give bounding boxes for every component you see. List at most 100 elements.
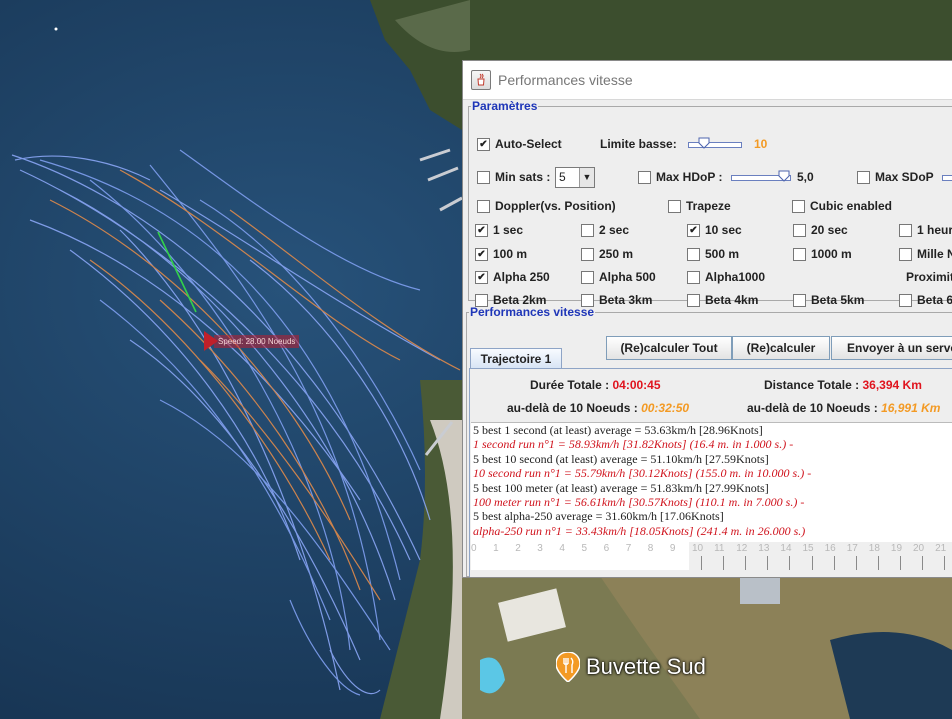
parametres-panel: Paramètres ✔ Auto-Select Limite basse: 1…	[468, 99, 952, 307]
distance-stat: Distance Totale : 36,394 Km	[764, 378, 922, 392]
checkbox-icon	[899, 247, 912, 261]
checkbox-checked-icon: ✔	[475, 247, 488, 261]
mille-nautique-checkbox[interactable]: Mille Na	[899, 245, 952, 263]
ruler-tick	[899, 556, 901, 570]
beyond-time-stat: au-delà de 10 Noeuds : 00:32:50	[507, 401, 690, 415]
ruler-label: 5	[581, 543, 588, 554]
500m-checkbox[interactable]: 500 m	[687, 245, 739, 263]
window-title: Performances vitesse	[498, 72, 633, 88]
trajectoire-panel: Durée Totale : 04:00:45 Distance Totale …	[469, 368, 952, 577]
1000m-checkbox[interactable]: 1000 m	[793, 245, 852, 263]
max-sdop-checkbox[interactable]: Max SDoP	[857, 168, 934, 186]
min-sats-select[interactable]: 5 ▼	[555, 166, 595, 188]
ruler-tick	[855, 556, 857, 570]
2sec-checkbox[interactable]: 2 sec	[581, 221, 629, 239]
recalc-all-button[interactable]: (Re)calculer Tout	[606, 336, 732, 360]
checkbox-icon	[687, 247, 700, 261]
window-titlebar[interactable]: Performances vitesse	[463, 61, 952, 100]
ruler-label: 14	[780, 543, 792, 554]
limite-basse-slider[interactable]	[688, 135, 742, 153]
beyond-distance-value: 16,991 Km	[881, 401, 941, 415]
checkbox-checked-icon: ✔	[477, 137, 490, 151]
max-hdop-slider[interactable]	[731, 168, 791, 186]
tab-trajectoire-1[interactable]: Trajectoire 1	[470, 348, 562, 369]
poi-label: Buvette Sud	[586, 654, 706, 679]
time-ruler[interactable]: 0 1 2 3 4 5 6 7 8 9 10 11 12 13 14 15 16 17 18 19 20 21	[471, 542, 952, 570]
checkbox-icon	[638, 170, 651, 184]
checkbox-icon	[857, 170, 870, 184]
ruler-tick	[745, 556, 747, 570]
ruler-label: 3	[537, 543, 543, 554]
duree-stat: Durée Totale : 04:00:45	[530, 378, 661, 392]
250m-checkbox[interactable]: 250 m	[581, 245, 633, 263]
checkbox-icon	[793, 247, 806, 261]
ruler-label: 19	[890, 543, 903, 554]
min-sats-checkbox[interactable]: Min sats :	[477, 168, 550, 186]
checkbox-icon	[477, 170, 490, 184]
ruler-label: 12	[736, 543, 748, 554]
restaurant-pin-icon	[556, 652, 580, 682]
duree-value: 04:00:45	[612, 378, 661, 392]
1heure-checkbox[interactable]: 1 heure	[899, 221, 952, 239]
results-log[interactable]: 5 best 1 second (at least) average = 53.…	[471, 422, 952, 542]
auto-select-checkbox[interactable]: ✔ Auto-Select	[477, 135, 562, 153]
ruler-tick	[767, 556, 769, 570]
ruler-tick	[944, 556, 946, 570]
ruler-label: 17	[846, 543, 858, 554]
100m-checkbox[interactable]: ✔ 100 m	[475, 245, 527, 263]
ruler-label: 0	[471, 543, 477, 554]
ruler-label: 20	[913, 543, 925, 554]
ruler-label: 16	[824, 543, 836, 554]
checkbox-icon	[899, 223, 912, 237]
ruler-label: 13	[758, 543, 770, 554]
cubic-checkbox[interactable]: Cubic enabled	[792, 197, 892, 215]
20sec-checkbox[interactable]: 20 sec	[793, 221, 848, 239]
speed-label: Speed: 28.00 Noeuds	[214, 334, 300, 348]
checkbox-icon	[581, 223, 594, 237]
ruler-tick	[833, 556, 835, 570]
log-line: 5 best 1 second (at least) average = 53.…	[471, 423, 952, 438]
alpha250-checkbox[interactable]: ✔ Alpha 250	[475, 268, 550, 286]
ruler-tick	[877, 556, 879, 570]
ruler-label: 8	[647, 543, 654, 554]
log-line: alpha-250 run n°1 = 33.43km/h [18.05Knot…	[471, 523, 952, 539]
beyond-time-value: 00:32:50	[641, 401, 690, 415]
performances-window[interactable]: Performances vitesse Paramètres ✔ Auto-S…	[462, 60, 952, 578]
max-hdop-checkbox[interactable]: Max HDoP :	[638, 168, 722, 186]
checkbox-checked-icon: ✔	[475, 270, 488, 284]
distance-value: 36,394 Km	[862, 378, 922, 392]
limite-basse-label: Limite basse:	[600, 137, 677, 151]
ruler-label: 7	[625, 543, 632, 554]
1sec-checkbox[interactable]: ✔ 1 sec	[475, 221, 523, 239]
send-server-button[interactable]: Envoyer à un serveur	[831, 336, 952, 360]
ruler-label: 4	[559, 543, 565, 554]
checkbox-icon	[477, 199, 490, 213]
limite-basse-value: 10	[754, 137, 768, 151]
checkbox-icon	[792, 199, 805, 213]
checkbox-icon	[668, 199, 681, 213]
doppler-checkbox[interactable]: Doppler(vs. Position)	[477, 197, 616, 215]
checkbox-checked-icon: ✔	[687, 223, 700, 237]
poi-buvette[interactable]: Buvette Sud	[556, 652, 706, 682]
max-sdop-slider[interactable]	[942, 168, 952, 186]
checkbox-checked-icon: ✔	[475, 223, 488, 237]
alpha500-checkbox[interactable]: Alpha 500	[581, 268, 656, 286]
ruler-tick	[789, 556, 791, 570]
ruler-label: 21	[935, 543, 947, 554]
recalc-button[interactable]: (Re)calculer	[732, 336, 830, 360]
log-line: 5 best 100 meter (at least) average = 51…	[471, 480, 952, 495]
alpha1000-checkbox[interactable]: Alpha1000	[687, 268, 765, 286]
checkbox-icon	[793, 223, 806, 237]
ruler-label: 11	[714, 543, 725, 554]
trapeze-checkbox[interactable]: Trapeze	[668, 197, 731, 215]
ruler-label: 10	[692, 543, 704, 554]
performances-legend: Performances vitesse	[470, 305, 595, 319]
10sec-checkbox[interactable]: ✔ 10 sec	[687, 221, 742, 239]
ruler-label: 9	[669, 543, 676, 554]
ruler-label: 18	[868, 543, 880, 554]
ruler-label: 1	[493, 543, 499, 554]
parametres-legend: Paramètres	[472, 99, 538, 113]
speed-marker[interactable]: Speed: 28.00 Noeuds	[204, 331, 300, 351]
log-line: 5 best 10 second (at least) average = 51…	[471, 451, 952, 467]
slider-thumb-icon	[778, 170, 790, 182]
